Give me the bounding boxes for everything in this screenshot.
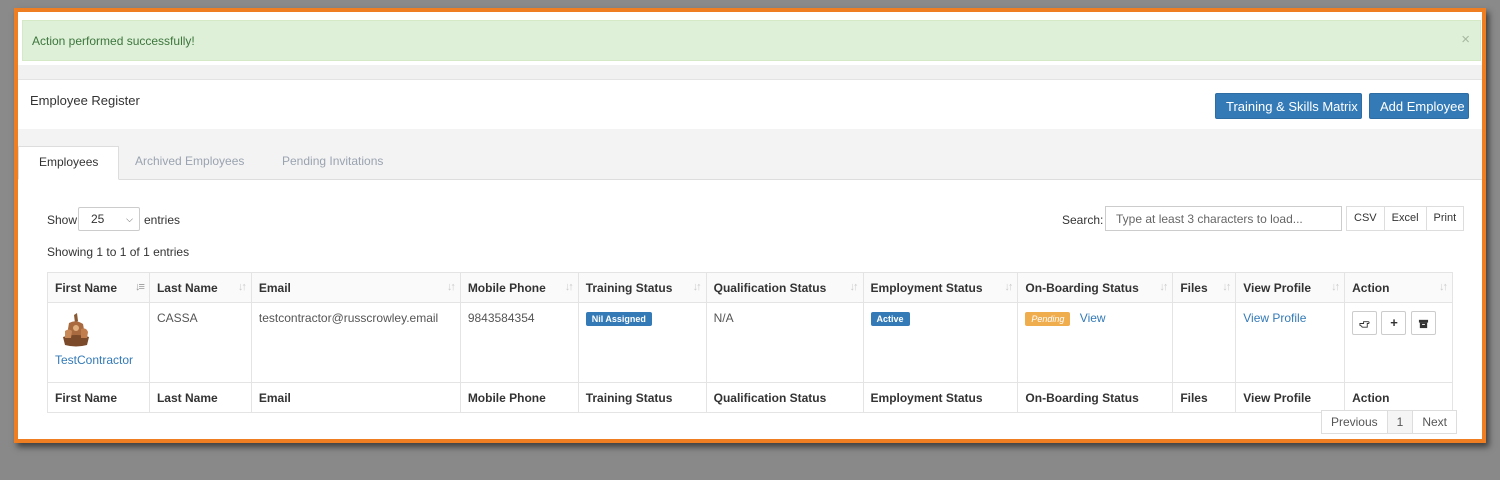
footer-training-status: Training Status	[577, 382, 707, 413]
footer-mobile-phone: Mobile Phone	[459, 382, 579, 413]
sort-icon: ↓↑	[237, 281, 247, 293]
hand-point-icon[interactable]	[1352, 311, 1378, 335]
page-length-select[interactable]: 25 ⌵	[78, 207, 140, 231]
onboarding-status-badge: Pending	[1025, 312, 1071, 326]
page-1-button[interactable]: 1	[1386, 410, 1414, 434]
tab-bar: Employees Archived Employees Pending Inv…	[18, 129, 1482, 180]
backdrop	[0, 440, 1500, 480]
tab-content: Show 25 ⌵ entries Search: CSV Excel Prin…	[18, 180, 1482, 439]
entries-label: entries	[144, 213, 181, 227]
column-header-employment-status[interactable]: Employment Status ↓↑	[862, 272, 1019, 303]
next-page-button[interactable]: Next	[1412, 410, 1457, 434]
column-header-last-name[interactable]: Last Name ↓↑	[148, 272, 252, 303]
sort-icon: ↓↑	[564, 281, 574, 293]
cell-mobile: 9843584354	[459, 302, 579, 383]
show-label: Show	[47, 213, 78, 227]
footer-view-profile: View Profile	[1235, 382, 1346, 413]
alert-message: Action performed successfully!	[32, 34, 195, 48]
column-header-onboarding-status[interactable]: On-Boarding Status ↓↑	[1017, 272, 1174, 303]
panel-header: Employee Register Training & Skills Matr…	[18, 79, 1482, 130]
table-row: TestContractor CASSA testcontractor@russ…	[47, 302, 1453, 383]
cell-qualification-status: N/A	[705, 302, 864, 383]
sort-icon: ↓↑	[692, 281, 702, 293]
cell-action: +	[1344, 302, 1453, 383]
excel-button[interactable]: Excel	[1383, 206, 1427, 231]
cell-first-name: TestContractor	[47, 302, 150, 383]
success-alert: Action performed successfully! ×	[22, 20, 1481, 61]
cell-training-status: Nil Assigned	[577, 302, 707, 383]
footer-onboarding-status: On-Boarding Status	[1017, 382, 1174, 413]
column-header-mobile-phone[interactable]: Mobile Phone ↓↑	[459, 272, 579, 303]
print-button[interactable]: Print	[1425, 206, 1465, 231]
tab-archived-employees[interactable]: Archived Employees	[115, 146, 264, 179]
plus-icon[interactable]: +	[1381, 311, 1407, 335]
pagination: Previous 1 Next	[1320, 410, 1457, 434]
sort-icon: ↓↑	[1439, 281, 1448, 293]
cell-onboarding-status: Pending View	[1017, 302, 1174, 383]
column-header-action[interactable]: Action ↓↑	[1344, 272, 1453, 303]
footer-qualification-status: Qualification Status	[705, 382, 864, 413]
footer-action: Action	[1344, 382, 1453, 413]
chevron-down-icon: ⌵	[126, 214, 133, 224]
tab-pending-invitations[interactable]: Pending Invitations	[262, 146, 403, 179]
table-header-row: First Name ↓≡ Last Name ↓↑ Email ↓↑ Mobile …	[47, 272, 1453, 303]
alert-close-icon[interactable]: ×	[1461, 31, 1470, 48]
employment-status-badge: Active	[870, 312, 910, 326]
sort-icon: ↓↑	[1222, 281, 1231, 293]
training-matrix-button[interactable]: Training & Skills Matrix	[1215, 93, 1362, 119]
table-footer-row: First Name Last Name Email Mobile Phone …	[47, 382, 1453, 413]
archive-icon[interactable]	[1410, 311, 1436, 335]
column-header-view-profile[interactable]: View Profile ↓↑	[1235, 272, 1346, 303]
search-label: Search:	[1062, 213, 1104, 227]
column-header-training-status[interactable]: Training Status ↓↑	[577, 272, 707, 303]
footer-employment-status: Employment Status	[862, 382, 1019, 413]
cell-last-name: CASSA	[148, 302, 252, 383]
training-status-badge: Nil Assigned	[585, 312, 652, 326]
sort-icon: ↓↑	[1004, 281, 1013, 293]
table-info: Showing 1 to 1 of 1 entries	[47, 245, 190, 259]
cell-email: testcontractor@russcrowley.email	[250, 302, 461, 383]
page-length-value: 25	[91, 212, 105, 226]
employee-register-panel: Action performed successfully! × Employe…	[14, 8, 1486, 443]
column-header-first-name[interactable]: First Name ↓≡	[47, 272, 150, 303]
sort-icon: ↓↑	[446, 281, 456, 293]
avatar	[59, 311, 93, 349]
csv-button[interactable]: CSV	[1346, 206, 1385, 231]
column-header-qualification-status[interactable]: Qualification Status ↓↑	[705, 272, 864, 303]
page-title: Employee Register	[30, 93, 140, 108]
column-header-files[interactable]: Files ↓↑	[1172, 272, 1237, 303]
sort-asc-icon: ↓≡	[135, 281, 145, 293]
footer-first-name: First Name	[47, 382, 150, 413]
sort-icon: ↓↑	[1331, 281, 1340, 293]
footer-files: Files	[1172, 382, 1237, 413]
previous-page-button[interactable]: Previous	[1320, 410, 1388, 434]
column-header-email[interactable]: Email ↓↑	[250, 272, 461, 303]
export-buttons: CSV Excel Print	[1346, 206, 1465, 231]
cell-view-profile: View Profile	[1235, 302, 1346, 383]
sort-icon: ↓↑	[1159, 281, 1168, 293]
cell-files	[1172, 302, 1237, 383]
tab-employees[interactable]: Employees	[18, 146, 120, 180]
footer-email: Email	[250, 382, 461, 413]
employee-name-link[interactable]: TestContractor	[55, 353, 133, 367]
add-employee-button[interactable]: Add Employee	[1369, 93, 1469, 119]
sort-icon: ↓↑	[849, 281, 859, 293]
employees-table: First Name ↓≡ Last Name ↓↑ Email ↓↑ Mobile …	[47, 272, 1453, 413]
separator	[18, 65, 1482, 79]
cell-employment-status: Active	[862, 302, 1019, 383]
search-input[interactable]	[1105, 206, 1342, 231]
onboarding-view-link[interactable]: View	[1080, 311, 1106, 325]
view-profile-link[interactable]: View Profile	[1243, 311, 1306, 325]
footer-last-name: Last Name	[148, 382, 252, 413]
